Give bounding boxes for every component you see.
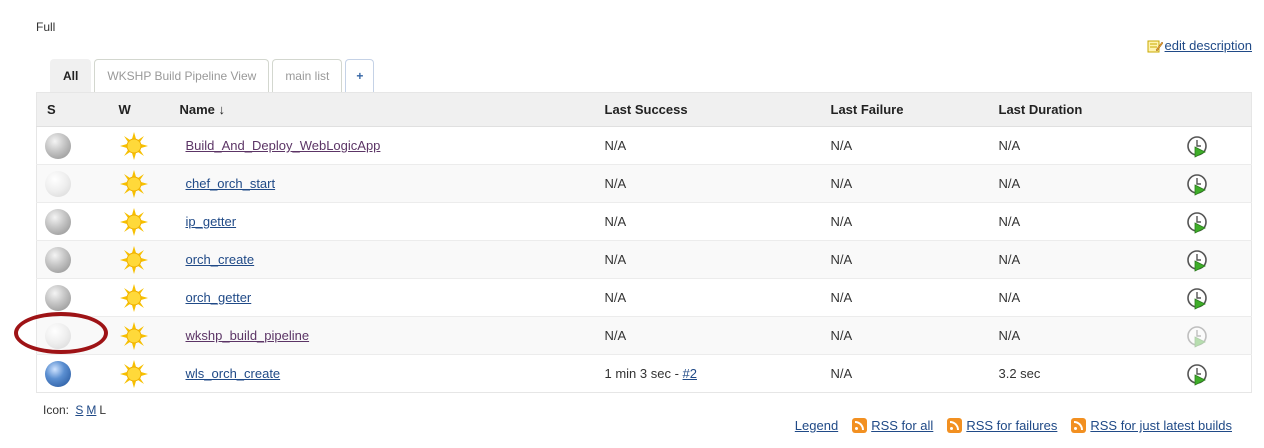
icon-size-large: L	[99, 403, 107, 417]
status-grey-ball-icon	[45, 246, 71, 273]
job-link[interactable]: orch_getter	[186, 290, 252, 305]
last-failure-value: N/A	[826, 202, 995, 241]
icon-size-small[interactable]: S	[75, 403, 83, 417]
schedule-build-icon[interactable]	[1185, 210, 1209, 234]
edit-note-icon	[1147, 40, 1163, 52]
status-blue-ball-icon	[45, 360, 71, 387]
weather-sunny-icon	[119, 207, 148, 236]
status-grey-ball-icon	[45, 284, 71, 311]
last-failure-value: N/A	[826, 164, 995, 203]
red-highlight-circle	[14, 312, 108, 354]
status-grey-ball-icon	[45, 132, 71, 159]
last-duration-value: N/A	[994, 126, 1185, 165]
job-link[interactable]: Build_And_Deploy_WebLogicApp	[186, 138, 381, 153]
schedule-build-icon[interactable]	[1185, 362, 1209, 386]
header-last-failure[interactable]: Last Failure	[826, 92, 995, 127]
last-success-value: N/A	[600, 278, 827, 317]
footer-links: Legend RSS for all RSS for failures RSS …	[795, 418, 1232, 433]
schedule-build-icon[interactable]	[1185, 286, 1209, 310]
jobs-table: S W Name ↓ Last Success Last Failure Las…	[36, 92, 1252, 393]
rss-icon	[852, 418, 868, 433]
rss-all-link[interactable]: RSS for all	[871, 418, 933, 433]
header-last-duration[interactable]: Last Duration	[994, 92, 1185, 127]
schedule-build-icon[interactable]	[1185, 172, 1209, 196]
last-duration-value: N/A	[994, 202, 1185, 241]
last-success-time: 1 min 3 sec -	[604, 366, 683, 381]
weather-sunny-icon	[119, 359, 148, 388]
last-failure-value: N/A	[826, 316, 995, 355]
last-failure-value: N/A	[826, 240, 995, 279]
header-build	[1184, 92, 1252, 127]
last-success-value: N/A	[600, 164, 827, 203]
last-duration-value: 3.2 sec	[994, 354, 1185, 393]
job-link[interactable]: wls_orch_create	[186, 366, 281, 381]
last-success-value: 1 min 3 sec - #2	[600, 354, 827, 393]
job-link[interactable]: chef_orch_start	[186, 176, 276, 191]
icon-size-medium[interactable]: M	[86, 403, 96, 417]
edit-description-label[interactable]: edit description	[1165, 38, 1252, 53]
status-grey-ball-icon	[45, 208, 71, 235]
last-success-value: N/A	[600, 126, 827, 165]
job-link[interactable]: wkshp_build_pipeline	[186, 328, 310, 343]
schedule-build-icon[interactable]	[1185, 134, 1209, 158]
tab-wkshp-build-pipeline-view[interactable]: WKSHP Build Pipeline View	[94, 59, 270, 92]
icon-size-selector: Icon: SML	[43, 403, 106, 417]
rss-latest-link[interactable]: RSS for just latest builds	[1090, 418, 1232, 433]
legend-link[interactable]: Legend	[795, 418, 838, 433]
tab-all[interactable]: All	[50, 59, 92, 92]
view-tabs: All WKSHP Build Pipeline View main list …	[50, 59, 375, 92]
last-duration-value: N/A	[994, 240, 1185, 279]
view-description: Full	[36, 20, 56, 34]
table-row: chef_orch_start N/A N/A N/A	[36, 164, 1252, 203]
last-duration-value: N/A	[994, 316, 1185, 355]
header-last-success[interactable]: Last Success	[600, 92, 827, 127]
table-row: wls_orch_create 1 min 3 sec - #2 N/A 3.2…	[36, 354, 1252, 393]
header-weather[interactable]: W	[110, 92, 176, 127]
last-success-value: N/A	[600, 202, 827, 241]
last-failure-value: N/A	[826, 126, 995, 165]
build-number-link[interactable]: #2	[683, 366, 697, 381]
header-name[interactable]: Name ↓	[175, 92, 601, 127]
tab-main-list[interactable]: main list	[272, 59, 343, 92]
weather-sunny-icon	[119, 245, 148, 274]
last-failure-value: N/A	[826, 354, 995, 393]
schedule-build-disabled-icon	[1186, 325, 1207, 348]
weather-sunny-icon	[119, 131, 148, 160]
rss-icon	[1071, 418, 1087, 433]
last-success-value: N/A	[600, 316, 827, 355]
last-failure-value: N/A	[826, 278, 995, 317]
table-row: orch_create N/A N/A N/A	[36, 240, 1252, 279]
table-row: Build_And_Deploy_WebLogicApp N/A N/A N/A	[36, 126, 1252, 165]
last-success-value: N/A	[600, 240, 827, 279]
last-duration-value: N/A	[994, 278, 1185, 317]
status-disabled-ball-icon	[45, 170, 71, 197]
table-row: ip_getter N/A N/A N/A	[36, 202, 1252, 241]
weather-sunny-icon	[119, 169, 148, 198]
add-view-tab[interactable]: +	[345, 59, 375, 92]
table-row: orch_getter N/A N/A N/A	[36, 278, 1252, 317]
table-row: wkshp_build_pipeline N/A N/A N/A	[36, 316, 1252, 355]
rss-failures-link[interactable]: RSS for failures	[966, 418, 1057, 433]
header-status[interactable]: S	[36, 92, 111, 127]
table-header-row: S W Name ↓ Last Success Last Failure Las…	[36, 92, 1252, 127]
icon-size-label: Icon:	[43, 403, 70, 417]
job-link[interactable]: ip_getter	[186, 214, 237, 229]
schedule-build-icon[interactable]	[1185, 248, 1209, 272]
job-link[interactable]: orch_create	[186, 252, 255, 267]
weather-sunny-icon	[119, 321, 148, 350]
edit-description-link[interactable]: edit description	[1147, 38, 1252, 53]
weather-sunny-icon	[119, 283, 148, 312]
last-duration-value: N/A	[994, 164, 1185, 203]
rss-icon	[947, 418, 963, 433]
